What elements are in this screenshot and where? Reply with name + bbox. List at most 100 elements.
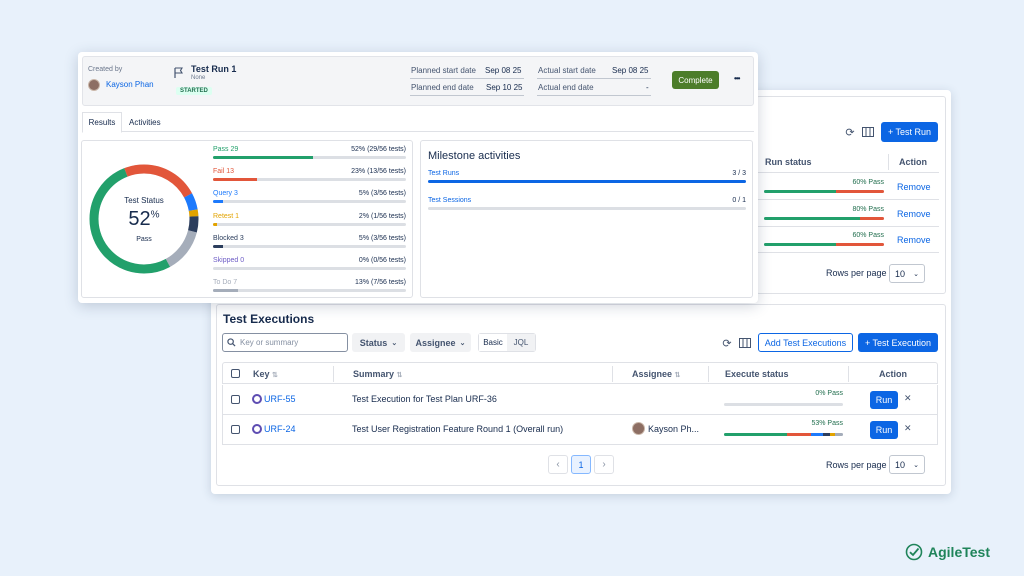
assignee-filter[interactable]: Assignee ⌄ <box>410 333 471 352</box>
select-all-checkbox[interactable] <box>231 369 240 378</box>
runs-table-header: Run status Action <box>757 151 939 173</box>
actual-start-label: Actual start date <box>538 66 596 75</box>
remove-run-link[interactable]: Remove <box>897 235 931 245</box>
execute-pass-label: 0% Pass <box>815 390 843 397</box>
status-filter[interactable]: Status ⌄ <box>352 333 405 352</box>
chevron-down-icon: ⌄ <box>391 339 398 347</box>
basic-mode[interactable]: Basic <box>479 334 507 351</box>
row-checkbox[interactable] <box>231 395 240 404</box>
rows-per-page-select[interactable]: 10 ⌄ <box>889 264 925 283</box>
refresh-icon[interactable]: ⟳ <box>719 335 735 351</box>
summary-header[interactable]: Summary ⇅ <box>353 369 402 379</box>
search-input[interactable]: Key or summary <box>222 333 348 352</box>
stat-bar-fill <box>213 244 223 248</box>
key-header[interactable]: Key ⇅ <box>253 369 278 379</box>
milestone-title: Milestone activities <box>428 150 521 162</box>
run-status-header: Run status <box>765 157 812 167</box>
row-checkbox[interactable] <box>231 425 240 434</box>
stat-bar-fill <box>213 178 258 182</box>
stat-bar-fill <box>213 156 314 159</box>
bar-fail-fill <box>860 216 884 220</box>
next-page-button[interactable]: › <box>594 455 614 474</box>
stat-bar-fill <box>213 289 239 293</box>
bar-segment <box>724 433 788 436</box>
assignee-header-label: Assignee <box>632 369 673 379</box>
tab-results[interactable]: Results <box>82 112 122 133</box>
milestone-count: 0 / 1 <box>732 197 746 204</box>
milestone-name[interactable]: Test Runs <box>428 170 459 177</box>
stat-name: Skipped 0 <box>213 257 245 264</box>
milestone-name[interactable]: Test Sessions <box>428 197 471 204</box>
stat-bar <box>213 289 406 293</box>
planned-end-value: Sep 10 25 <box>486 83 523 92</box>
execution-key-link[interactable]: URF-24 <box>264 424 296 434</box>
donut-caption: Pass <box>136 236 152 243</box>
search-mode-toggle: Basic JQL <box>478 333 536 352</box>
refresh-icon[interactable]: ⟳ <box>842 124 858 140</box>
columns-icon[interactable] <box>860 124 876 140</box>
creator-link[interactable]: Kayson Phan <box>106 80 154 89</box>
bar-segment <box>822 433 830 436</box>
stat-name: Pass 29 <box>213 146 239 153</box>
stat-value: 0% (0/56 tests) <box>358 257 406 264</box>
divider <box>888 154 889 170</box>
stat-bar <box>213 200 406 204</box>
divider <box>333 366 334 382</box>
chevron-down-icon: ⌄ <box>913 270 919 278</box>
complete-button[interactable]: Complete <box>672 71 719 89</box>
close-icon[interactable]: ✕ <box>904 423 912 434</box>
execution-summary: Test User Registration Feature Round 1 (… <box>352 424 564 434</box>
assignee-header[interactable]: Assignee ⇅ <box>632 369 680 379</box>
prev-page-button[interactable]: ‹ <box>548 455 568 474</box>
divider <box>708 366 709 382</box>
more-options-icon[interactable]: ••• <box>734 74 740 83</box>
summary-header-label: Summary <box>353 369 395 379</box>
stat-value: 5% (3/56 tests) <box>358 234 406 242</box>
status-filter-label: Status <box>359 337 388 348</box>
execute-status-bar <box>724 433 843 436</box>
run-button[interactable]: Run <box>870 421 898 439</box>
assignee-filter-label: Assignee <box>415 337 456 348</box>
execution-key-link[interactable]: URF-55 <box>264 394 296 404</box>
run-status-bar <box>764 216 884 220</box>
tab-activities[interactable]: Activities <box>129 118 161 127</box>
rows-per-page-select[interactable]: 10 ⌄ <box>889 455 925 474</box>
stat-name: Query 3 <box>213 190 238 198</box>
test-execution-icon <box>252 394 262 404</box>
assignee-name: Kayson Ph... <box>648 424 700 434</box>
remove-run-link[interactable]: Remove <box>897 209 931 219</box>
add-test-executions-button[interactable]: Add Test Executions <box>758 333 853 352</box>
columns-icon[interactable] <box>737 335 753 351</box>
bar-pass-fill <box>764 243 836 246</box>
stat-value: 23% (13/56 tests) <box>351 168 406 176</box>
stat-value: 2% (1/56 tests) <box>358 212 406 220</box>
created-by-label: Created by <box>88 66 123 73</box>
planned-start-value: Sep 08 25 <box>485 66 522 75</box>
action-header: Action <box>879 369 907 379</box>
stat-name: To Do 7 <box>213 279 238 287</box>
bar-fail-fill <box>836 243 884 246</box>
remove-run-link[interactable]: Remove <box>897 182 931 192</box>
new-test-execution-button[interactable]: + Test Execution <box>858 333 938 352</box>
add-test-run-button[interactable]: + Test Run <box>881 122 938 142</box>
brand-name: AgileTest <box>928 544 990 560</box>
stat-bar-fill <box>213 222 217 226</box>
run-button[interactable]: Run <box>870 391 898 409</box>
page-1-button[interactable]: 1 <box>571 455 591 474</box>
execute-pass-label: 53% Pass <box>811 420 843 427</box>
stat-bar <box>213 178 406 182</box>
bar-segment <box>834 433 843 436</box>
avatar <box>632 422 645 435</box>
flag-icon <box>174 66 184 84</box>
rows-per-page-value: 10 <box>895 459 906 470</box>
jql-mode[interactable]: JQL <box>507 334 535 351</box>
stat-bar <box>213 267 406 270</box>
execution-summary: Test Execution for Test Plan URF-36 <box>352 394 497 404</box>
donut-title: Test Status <box>124 196 164 205</box>
close-icon[interactable]: ✕ <box>904 393 912 404</box>
divider <box>410 95 524 96</box>
brand-logo-icon <box>905 543 923 566</box>
action-header: Action <box>899 157 927 167</box>
rows-per-page-label: Rows per page <box>826 268 887 278</box>
test-run-subtitle: None <box>191 75 206 81</box>
